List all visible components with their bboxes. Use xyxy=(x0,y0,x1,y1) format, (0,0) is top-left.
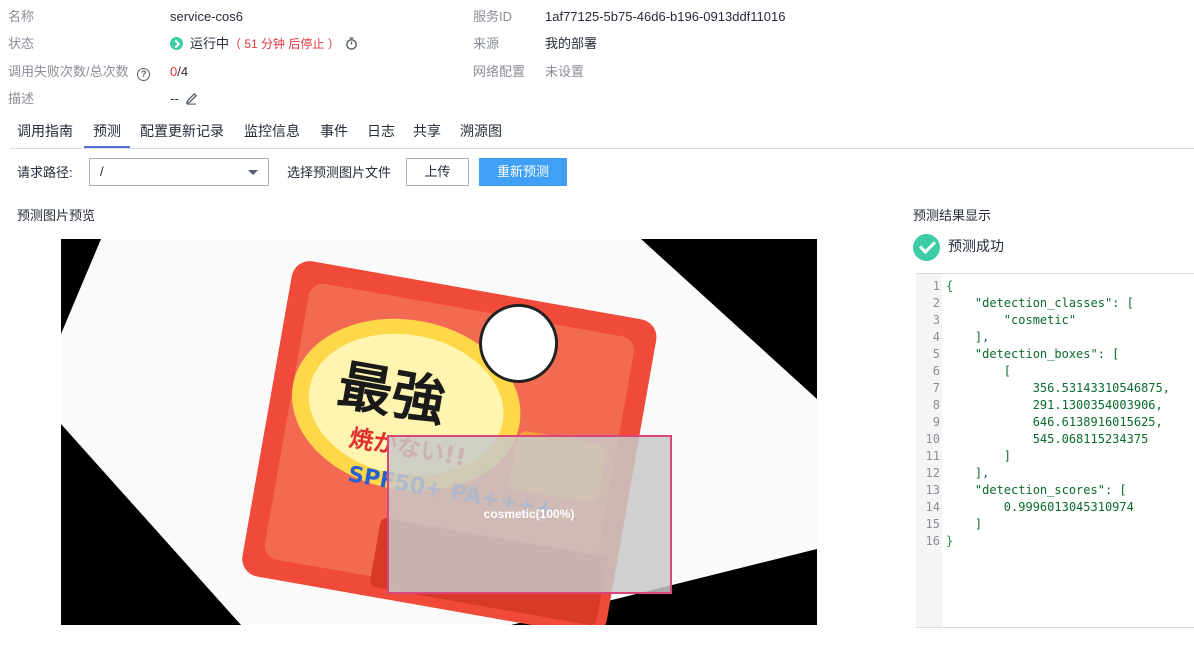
code-line: 13 "detection_scores": [ xyxy=(916,482,1127,499)
service-id-value: 1af77125-5b75-46d6-b196-0913ddf11016 xyxy=(545,9,786,24)
service-id-label: 服务ID xyxy=(473,9,513,24)
code-text: 356.53143310546875, xyxy=(946,381,1170,395)
request-path-value: / xyxy=(100,164,104,179)
code-text: 646.6138916015625, xyxy=(946,415,1163,429)
code-text: 291.1300354003906, xyxy=(946,398,1163,412)
code-line: 1{ xyxy=(916,278,953,295)
code-text: 0.9996013045310974 xyxy=(946,500,1134,514)
status-label: 状态 xyxy=(8,36,35,51)
code-text: ] xyxy=(946,517,983,531)
choose-image-label: 选择预测图片文件 xyxy=(287,165,392,180)
tab-config-history[interactable]: 配置更新记录 xyxy=(140,118,224,148)
code-text: ], xyxy=(946,330,990,344)
code-line: 7 356.53143310546875, xyxy=(916,380,1170,397)
calls-value: 0/4 xyxy=(170,62,188,82)
code-text: "cosmetic" xyxy=(946,313,1077,327)
upload-button[interactable]: 上传 xyxy=(406,158,469,186)
status-running-icon xyxy=(170,37,183,50)
network-value: 未设置 xyxy=(545,64,585,79)
timer-icon[interactable] xyxy=(345,36,358,56)
code-text: ] xyxy=(946,449,1012,463)
code-line: 6 [ xyxy=(916,363,1011,380)
line-number: 11 xyxy=(925,449,940,463)
line-number: 9 xyxy=(932,415,940,429)
line-number: 5 xyxy=(932,347,940,361)
code-line: 9 646.6138916015625, xyxy=(916,414,1163,431)
code-line: 8 291.1300354003906, xyxy=(916,397,1163,414)
result-title: 预测结果显示 xyxy=(913,208,992,223)
code-line: 4 ], xyxy=(916,329,990,346)
code-line: 3 "cosmetic" xyxy=(916,312,1076,329)
prediction-image-preview: 最強 焼かない!! SPF50+ PA++++ cosmetic(100%) xyxy=(61,239,817,625)
line-number: 4 xyxy=(932,330,940,344)
line-number: 13 xyxy=(925,483,940,497)
preview-title: 预测图片预览 xyxy=(17,208,96,223)
code-line: 11 ] xyxy=(916,448,1011,465)
code-line: 14 0.9996013045310974 xyxy=(916,499,1134,516)
line-number: 12 xyxy=(925,466,940,480)
calls-total: /4 xyxy=(177,64,189,79)
request-path-label: 请求路径: xyxy=(17,165,73,180)
tab-share[interactable]: 共享 xyxy=(413,118,441,148)
tab-predict[interactable]: 预测 xyxy=(84,118,130,148)
code-text: 545.068115234375 xyxy=(946,432,1149,446)
line-number: 14 xyxy=(925,500,940,514)
code-line: 16} xyxy=(916,533,954,550)
source-value: 我的部署 xyxy=(545,36,598,51)
status-countdown: （ 51 分钟 后停止 ） xyxy=(229,37,340,51)
prediction-image: 最強 焼かない!! SPF50+ PA++++ cosmetic(100%) xyxy=(61,239,817,625)
tab-events[interactable]: 事件 xyxy=(320,118,348,148)
code-text: "detection_classes": [ xyxy=(946,296,1134,310)
network-label: 网络配置 xyxy=(473,64,526,79)
code-line: 5 "detection_boxes": [ xyxy=(916,346,1120,363)
status-text: 运行中 xyxy=(190,36,230,51)
tab-trace-graph[interactable]: 溯源图 xyxy=(460,118,502,148)
tab-monitoring[interactable]: 监控信息 xyxy=(244,118,300,148)
source-label: 来源 xyxy=(473,36,500,51)
code-line: 15 ] xyxy=(916,516,983,533)
calls-label: 调用失败次数/总次数 ? xyxy=(8,62,151,82)
desc-label: 描述 xyxy=(8,91,35,106)
code-text: } xyxy=(946,534,954,548)
prediction-success: 预测成功 xyxy=(913,233,1004,261)
help-icon[interactable]: ? xyxy=(137,68,151,81)
line-number: 2 xyxy=(932,296,940,310)
dropdown-caret-icon xyxy=(248,170,258,175)
code-text: "detection_scores": [ xyxy=(946,483,1127,497)
success-check-icon xyxy=(913,233,940,261)
code-text: [ xyxy=(946,364,1012,378)
result-json-viewer[interactable]: 1{2 "detection_classes": [3 "cosmetic" 4 … xyxy=(916,273,1194,628)
code-text: { xyxy=(946,279,954,293)
name-value: service-cos6 xyxy=(170,9,243,24)
desc-value: -- xyxy=(170,89,198,109)
tab-bar: 调用指南 预测 配置更新记录 监控信息 事件 日志 共享 溯源图 xyxy=(10,118,1194,149)
request-path-select[interactable]: / xyxy=(89,158,269,186)
line-number: 1 xyxy=(932,279,940,293)
tab-guide[interactable]: 调用指南 xyxy=(17,118,73,148)
code-line: 2 "detection_classes": [ xyxy=(916,295,1134,312)
line-number: 15 xyxy=(925,517,940,531)
line-number: 3 xyxy=(932,313,940,327)
code-text: ], xyxy=(946,466,990,480)
detection-label: cosmetic(100%) xyxy=(484,507,575,521)
success-text: 预测成功 xyxy=(948,238,1004,254)
code-line: 10 545.068115234375 xyxy=(916,431,1149,448)
status-value: 运行中（ 51 分钟 后停止 ） xyxy=(170,34,358,54)
code-text: "detection_boxes": [ xyxy=(946,347,1120,361)
line-number: 7 xyxy=(932,381,940,395)
line-number: 6 xyxy=(932,364,940,378)
line-number: 8 xyxy=(932,398,940,412)
line-number: 16 xyxy=(925,534,940,548)
name-label: 名称 xyxy=(8,9,35,24)
repredict-button[interactable]: 重新预测 xyxy=(479,158,567,186)
tab-logs[interactable]: 日志 xyxy=(367,118,395,148)
line-number: 10 xyxy=(925,432,940,446)
code-line: 12 ], xyxy=(916,465,990,482)
edit-icon[interactable] xyxy=(185,91,198,111)
